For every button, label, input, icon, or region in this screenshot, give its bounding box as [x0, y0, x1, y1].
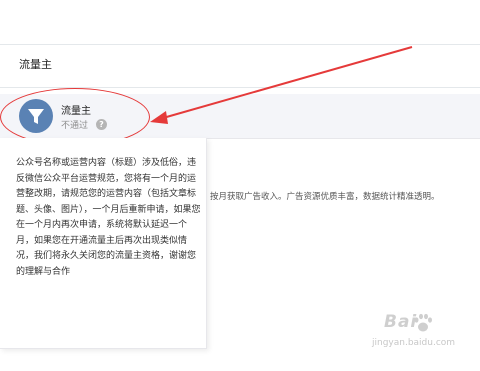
- page-title: 流量主: [19, 58, 52, 71]
- ad-intro-text: 按月获取广告收入。广告资源优质丰富，数据统计精准透明。: [210, 192, 440, 202]
- page-header: 流量主: [0, 44, 480, 88]
- watermark-url: jingyan.baidu.com: [372, 338, 456, 348]
- rejection-reason: 公众号名称或运营内容（标题）涉及低俗，违反微信公众平台运营规范，您将有一个月的运…: [16, 158, 201, 277]
- paw-icon: [414, 313, 432, 332]
- rejection-tooltip: 公众号名称或运营内容（标题）涉及低俗，违反微信公众平台运营规范，您将有一个月的运…: [0, 138, 207, 349]
- baidu-watermark: Bai jingyan.baidu.com: [350, 312, 474, 368]
